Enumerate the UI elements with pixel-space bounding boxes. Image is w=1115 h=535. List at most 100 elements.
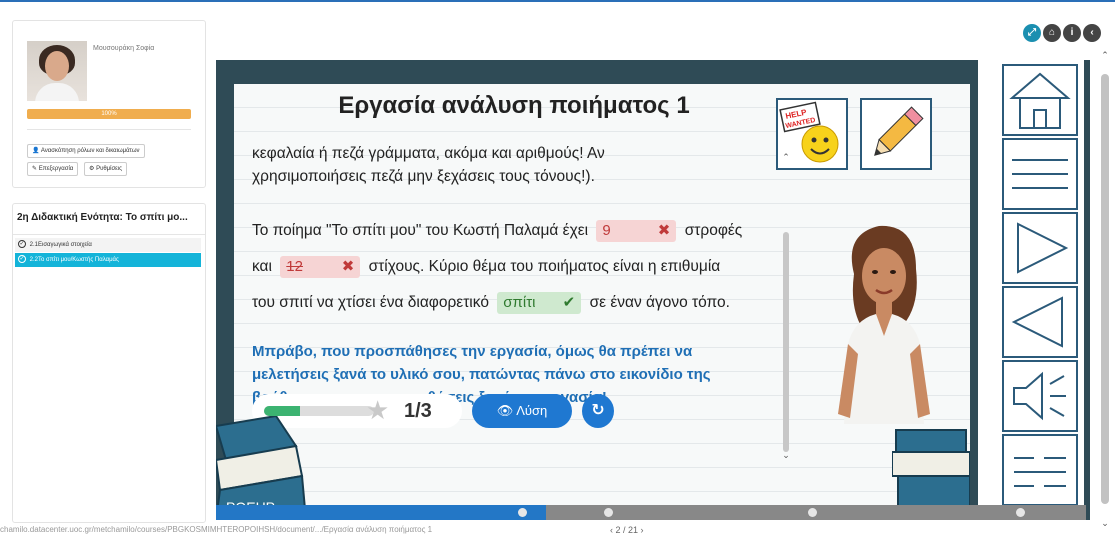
course-item-label: 2.2Το σπίτι μου/Κωστής Παλαμάς [29,257,119,263]
check-circle-icon: ✓ [18,240,26,249]
text-scrollbar[interactable]: ⌃ ⌄ [780,152,792,460]
pencil-icon [874,106,924,156]
notes-button[interactable] [860,98,932,170]
answer-field-stanzas[interactable]: 9 ✖ [596,219,677,242]
check-circle-icon: ✓ [18,255,26,264]
text-line: κεφαλαία ή πεζά γράμματα, ακόμα και αριθ… [252,145,605,162]
course-outline: 2η Διδακτική Ενότητα: Το σπίτι μο... ✓ 2… [12,203,206,523]
check-icon: ✔ [562,293,576,311]
answer-value: σπίτι [503,293,536,311]
text-line: Μπράβο, που προσπάθησες την εργασία, όμω… [252,343,693,360]
course-item[interactable]: ✓ 2.1Εισαγωγικά στοιχεία [15,238,201,252]
chevron-up-icon[interactable]: ⌃ [1098,50,1112,61]
subtitles-nav-button[interactable] [1002,434,1078,506]
answer-value: 12 [286,257,303,275]
profile-name: Μουσουράκη Σοφία [93,45,155,52]
show-solution-label: Λύση [516,403,548,418]
text-line: Το ποίημα "Το σπίτι μου" του Κωστή Παλαμ… [252,219,742,242]
eye-icon: 👁 [496,403,514,418]
cross-icon: ✖ [657,221,671,239]
divider [13,234,205,235]
back-triangle-icon [1011,296,1063,348]
home-nav-button[interactable] [1002,64,1078,136]
settings-label: Ρυθμίσεις [96,166,123,172]
page-scrollbar[interactable]: ⌃ ⌄ [1098,50,1112,530]
next-nav-button[interactable] [1002,212,1078,284]
score-progress-fill [264,406,301,416]
refresh-icon: ↻ [591,402,605,419]
course-title: 2η Διδακτική Ενότητα: Το σπίτι μο... [17,212,188,223]
top-toolbar: ⤢ ⌂ i ‹ [1023,24,1101,42]
divider [27,129,191,130]
menu-icon [1012,159,1068,189]
slide-marker[interactable] [604,508,613,517]
course-item-label: 2.1Εισαγωγικά στοιχεία [29,242,92,248]
navigation-panel [970,60,1090,520]
scroll-thumb[interactable] [1101,74,1109,504]
course-progress-fill: 100% [27,109,191,119]
text-segment: στίχους. Κύριο θέμα του ποιήματος είναι … [368,258,721,275]
subtitles-icon [1014,457,1066,487]
chevron-up-icon[interactable]: ⌃ [780,152,792,162]
text-line: του σπιτί να χτίσει ένα διαφορετικό σπίτ… [252,291,742,314]
lesson-stage: Εργασία ανάλυση ποιήματος 1 HELP WANTED [216,60,1090,520]
audio-nav-button[interactable] [1002,360,1078,432]
edit-label: Επεξεργασία [38,166,74,172]
show-solution-button[interactable]: 👁 Λύση [472,394,572,428]
speaker-icon [1013,371,1066,421]
back-icon[interactable]: ‹ [1083,24,1101,42]
slide-pager[interactable]: ‹ 2 / 21 › [610,525,644,535]
user-icon: 👤 [32,148,40,154]
text-line: και 12 ✖ στίχους. Κύριο θέμα του ποιήματ… [252,255,742,278]
edit-button[interactable]: ✎ Επεξεργασία [27,162,79,176]
score-progress-track [264,406,374,416]
text-segment: σε έναν άγονο τόπο. [589,294,730,311]
info-icon[interactable]: i [1063,24,1081,42]
slide-marker[interactable] [518,508,527,517]
chalkboard: Εργασία ανάλυση ποιήματος 1 HELP WANTED [216,60,971,520]
play-icon [1017,222,1069,274]
books-right-illustration [892,429,971,520]
score-text: 1/3 [404,400,432,422]
paper-sheet: Εργασία ανάλυση ποιήματος 1 HELP WANTED [234,84,970,520]
roles-review-label: Ανασκόπηση ρόλων και δικαιωμάτων [40,148,140,154]
retry-button[interactable]: ↻ [582,394,614,428]
roles-review-button[interactable]: 👤 Ανασκόπηση ρόλων και δικαιωμάτων [27,144,145,158]
text-segment: Το ποίημα "Το σπίτι μου" του Κωστή Παλαμ… [252,222,589,239]
text-segment: και [252,258,272,275]
cross-icon: ✖ [341,257,355,275]
text-segment: του σπιτί να χτίσει ένα διαφορετικό [252,294,489,311]
slide-progress-strip[interactable] [216,505,1086,520]
chevron-down-icon[interactable]: ⌄ [1098,518,1112,529]
previous-nav-button[interactable] [1002,286,1078,358]
exercise-paragraph: Το ποίημα "Το σπίτι μου" του Κωστή Παλαμ… [252,219,742,314]
answer-value: 9 [602,221,611,239]
slide-marker[interactable] [1016,508,1025,517]
text-segment: στροφές [684,222,743,239]
settings-button[interactable]: ⚙ Ρυθμίσεις [84,162,128,176]
answer-field-theme[interactable]: σπίτι ✔ [497,291,582,314]
star-icon: ★ [366,395,390,425]
lesson-title: Εργασία ανάλυση ποιήματος 1 [338,92,690,119]
text-line: χρησιμοποιήσεις πεζά μην ξεχάσεις τους τ… [252,168,595,185]
answer-field-verses[interactable]: 12 ✖ [280,255,361,278]
chevron-down-icon[interactable]: ⌄ [780,450,792,460]
pencil-icon: ✎ [32,166,38,172]
gear-icon: ⚙ [89,166,95,172]
nav-panel-inner [978,60,1084,520]
teacher-illustration [838,225,930,424]
instructions-paragraph: κεφαλαία ή πεζά γράμματα, ακόμα και αριθ… [252,142,605,188]
menu-nav-button[interactable] [1002,138,1078,210]
status-url: chamilo.datacenter.uoc.gr/metchamilo/cou… [0,525,433,534]
home-icon [1009,72,1071,129]
top-accent-line [0,0,1115,4]
profile-card: Μουσουράκη Σοφία 100% 👤 Ανασκόπηση ρόλων… [12,20,206,188]
expand-icon[interactable]: ⤢ [1023,24,1041,42]
scroll-thumb[interactable] [783,232,789,452]
home-icon[interactable]: ⌂ [1043,24,1061,42]
slide-marker[interactable] [808,508,817,517]
avatar[interactable] [27,41,87,101]
course-progress-bar: 100% [27,109,191,119]
course-item-active[interactable]: ✓ 2.2Το σπίτι μου/Κωστής Παλαμάς [15,253,201,267]
text-line: μελετήσεις ξανά το υλικό σου, πατώντας π… [252,366,711,383]
